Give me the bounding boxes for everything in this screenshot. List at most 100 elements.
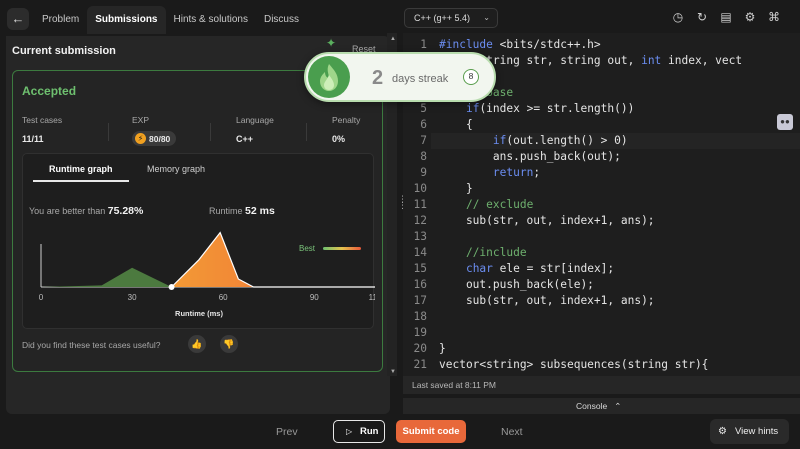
code-text: return;: [492, 166, 541, 179]
runtime-area-green: [41, 267, 172, 287]
code-text: // exclude: [465, 198, 534, 211]
submit-code-button[interactable]: Submit code: [396, 420, 466, 443]
assistant-icon[interactable]: ●●: [777, 114, 793, 130]
line-number: 19: [413, 326, 427, 339]
line-number: 14: [413, 246, 427, 259]
code-text: sub(str, out, index+1, ans);: [439, 214, 655, 227]
line-number: 21: [413, 358, 427, 371]
code-line: 20}: [403, 341, 800, 357]
prev-button[interactable]: Prev: [276, 426, 298, 438]
code-text: }: [439, 342, 446, 355]
run-label: Run: [360, 426, 379, 437]
next-button[interactable]: Next: [501, 426, 523, 438]
code-text: //include: [465, 246, 527, 259]
code-text: vector<string> subsequences(string str){: [439, 358, 709, 371]
code-text: out.push_back(ele);: [439, 278, 594, 291]
language-value: C++ (g++ 5.4): [414, 13, 471, 23]
stat-value: 80/80: [149, 133, 171, 144]
line-number: 16: [413, 278, 427, 291]
code-line: 21 vector<string> subsequences(string str…: [403, 357, 800, 373]
runtime-graph-box: Runtime graph Memory graph You are bette…: [22, 153, 375, 329]
line-number: 10: [413, 182, 427, 195]
console-label: Console ⌃: [576, 401, 621, 412]
submission-stats: Test cases 11/11 EXP ⚡ 80/80 Language C+…: [22, 115, 377, 146]
code-text: if(out.length() > 0): [492, 134, 628, 147]
settings-icon[interactable]: ⚙: [743, 10, 757, 24]
code-line: 5 if(index >= str.length()): [403, 101, 800, 117]
code-line: 19: [403, 325, 800, 341]
bookmark-icon[interactable]: ▤: [719, 10, 733, 24]
view-hints-button[interactable]: ⚙ View hints: [710, 419, 789, 444]
x-tick-label: 110: [369, 293, 375, 302]
hint-gear-icon: ⚙: [718, 426, 727, 437]
stat-test-cases: Test cases 11/11: [22, 115, 62, 145]
submission-card: Accepted A Test cases 11/11 EXP ⚡ 80/80 …: [12, 70, 383, 372]
chevron-down-icon: ⌄: [483, 13, 490, 22]
code-text: {: [439, 118, 473, 131]
scroll-up-icon[interactable]: ▲: [390, 36, 396, 42]
line-number: 7: [420, 134, 427, 147]
thumbs-down-icon[interactable]: 👎: [220, 335, 238, 353]
code-line: 6 {: [403, 117, 800, 133]
scroll-down-icon[interactable]: ▼: [390, 369, 396, 375]
line-number: 18: [413, 310, 427, 323]
fullscreen-icon[interactable]: ⌘: [767, 10, 781, 24]
console-toggle[interactable]: Console ⌃: [403, 398, 800, 414]
refresh-icon[interactable]: ↻: [695, 10, 709, 24]
x-tick-label: 30: [128, 293, 137, 302]
tab-submissions[interactable]: Submissions: [87, 6, 166, 34]
code-line: 7 if(out.length() > 0): [403, 133, 800, 149]
code-text: char ele = str[index];: [465, 262, 615, 275]
line-number: 15: [413, 262, 427, 275]
code-line: 14 //include: [403, 245, 800, 261]
code-line: 1 #include <bits/stdc++.h>: [403, 37, 800, 53]
play-icon: ▷: [346, 427, 353, 436]
streak-badge: 8: [463, 69, 479, 85]
flame-icon: [308, 56, 350, 98]
stat-label: Penalty: [332, 115, 361, 125]
line-number: 20: [413, 342, 427, 355]
runtime-area-orange: [171, 232, 375, 287]
arrow-left-icon[interactable]: ←: [7, 8, 29, 30]
top-bar: ← Problem Submissions Hints & solutions …: [0, 0, 800, 36]
tab-hints-solutions[interactable]: Hints & solutions: [166, 6, 256, 34]
code-line: 12 sub(str, out, index+1, ans);: [403, 213, 800, 229]
status-accepted: Accepted: [22, 84, 77, 98]
stat-value: C++: [236, 134, 254, 144]
line-number: 12: [413, 214, 427, 227]
stat-label: Test cases: [22, 115, 63, 125]
streak-label: days streak: [392, 73, 449, 85]
streak-count: 2: [372, 67, 384, 89]
last-saved-text: Last saved at 8:11 PM: [412, 380, 496, 390]
code-line: 10 }: [403, 181, 800, 197]
code-line: 8 ans.push_back(out);: [403, 149, 800, 165]
editor-status-bar: Last saved at 8:11 PM: [403, 376, 800, 394]
line-number: 11: [413, 198, 427, 211]
line-number: 1: [420, 38, 427, 51]
code-text: #include <bits/stdc++.h>: [439, 38, 601, 51]
timer-icon[interactable]: ◷: [671, 10, 685, 24]
your-runtime-marker: [168, 284, 175, 290]
bottom-bar: Prev ▷ Run Submit code Next ⚙ View hints: [0, 414, 800, 449]
run-button[interactable]: ▷ Run: [333, 420, 385, 443]
language-select[interactable]: C++ (g++ 5.4) ⌄: [404, 8, 498, 28]
streak-toast[interactable]: 2 days streak 8: [304, 52, 496, 102]
tab-problem[interactable]: Problem: [34, 6, 87, 34]
code-line: 11 // exclude: [403, 197, 800, 213]
code-text: sub(str, out, index+1, ans);: [439, 294, 655, 307]
tab-discuss[interactable]: Discuss: [256, 6, 307, 34]
code-line: 13: [403, 229, 800, 245]
line-number: 6: [420, 118, 427, 131]
stat-label: Language: [236, 115, 274, 125]
thumbs-up-icon[interactable]: 👍: [188, 335, 206, 353]
line-number: 9: [420, 166, 427, 179]
exp-pill: ⚡ 80/80: [132, 131, 177, 146]
code-text: ans.push_back(out);: [439, 150, 621, 163]
toolbar-icons: ◷ ↻ ▤ ⚙ ⌘: [671, 10, 781, 24]
code-text: if(index >= str.length()): [465, 102, 635, 115]
stat-label: EXP: [132, 115, 150, 125]
x-tick-label: 0: [39, 293, 44, 302]
view-hints-label: View hints: [735, 426, 779, 437]
lightning-icon: ⚡: [135, 133, 146, 144]
feedback-question: Did you find these test cases useful?: [22, 340, 161, 350]
